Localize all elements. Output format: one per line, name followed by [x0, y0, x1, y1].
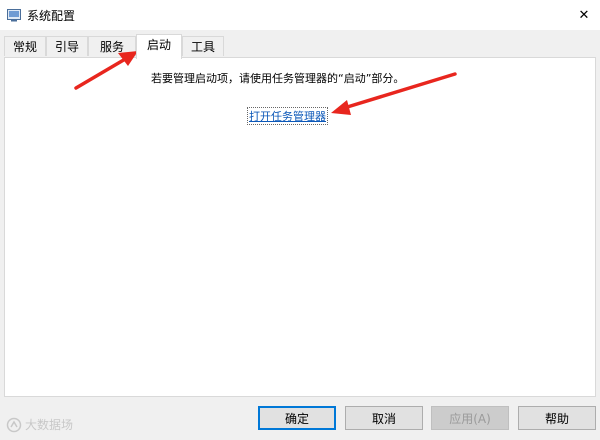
watermark-logo-icon — [6, 417, 22, 432]
watermark: 大数据场 — [6, 416, 73, 433]
cancel-button[interactable]: 取消 — [345, 406, 423, 430]
tab-general[interactable]: 常规 — [4, 36, 46, 56]
tab-boot[interactable]: 引导 — [46, 36, 88, 56]
startup-panel: 若要管理启动项，请使用任务管理器的“启动”部分。 打开任务管理器 — [4, 57, 596, 397]
watermark-text: 大数据场 — [25, 418, 74, 432]
tab-startup[interactable]: 启动 — [136, 34, 182, 59]
tab-services[interactable]: 服务 — [88, 36, 136, 56]
title-bar: 系统配置 ✕ — [0, 0, 600, 30]
ok-button[interactable]: 确定 — [258, 406, 336, 430]
close-button[interactable]: ✕ — [568, 0, 600, 30]
open-task-manager-link[interactable]: 打开任务管理器 — [247, 107, 328, 125]
close-icon: ✕ — [578, 7, 590, 23]
help-button[interactable]: 帮助 — [518, 406, 596, 430]
apply-button[interactable]: 应用(A) — [431, 406, 509, 430]
startup-info-text: 若要管理启动项，请使用任务管理器的“启动”部分。 — [151, 72, 405, 85]
window-title: 系统配置 — [27, 9, 76, 23]
tab-tools[interactable]: 工具 — [182, 36, 224, 56]
system-config-icon — [7, 9, 21, 22]
